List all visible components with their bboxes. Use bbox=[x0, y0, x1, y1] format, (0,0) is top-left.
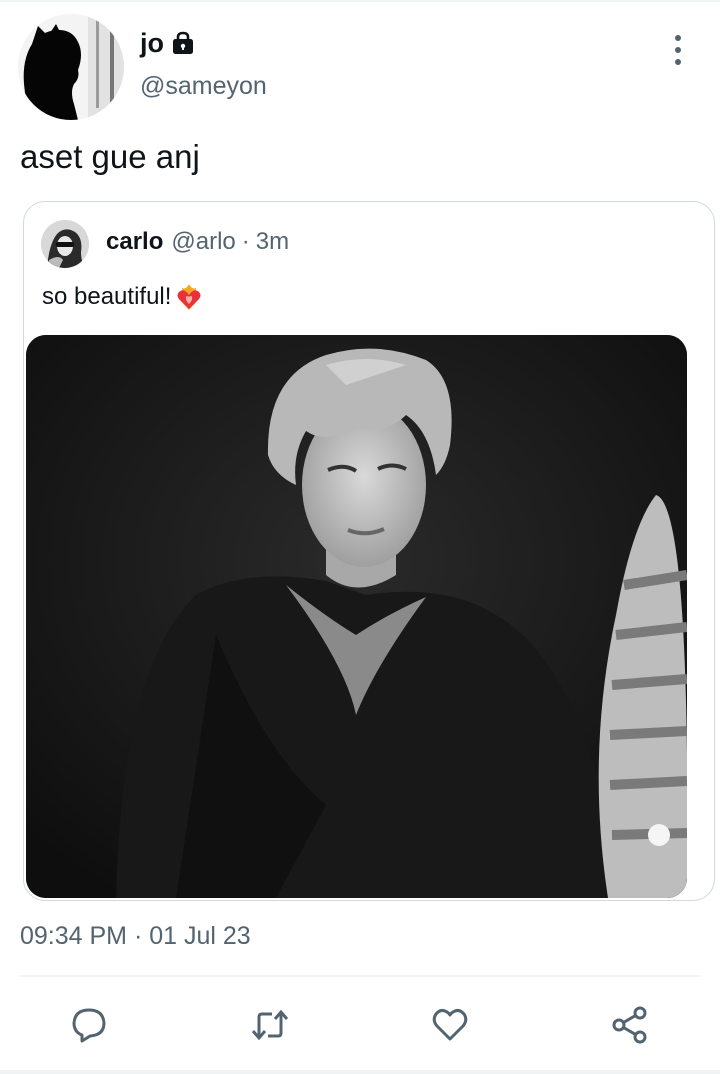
top-divider bbox=[0, 0, 720, 2]
quoted-handle[interactable]: @arlo bbox=[171, 228, 235, 256]
author-display-name[interactable]: jo bbox=[140, 28, 164, 59]
quoted-tweet[interactable]: carlo @arlo · 3m so beautiful! bbox=[23, 201, 715, 901]
silhouette-avatar-icon bbox=[18, 14, 124, 120]
lock-icon bbox=[170, 30, 196, 56]
dot bbox=[675, 47, 681, 53]
retweet-icon bbox=[251, 1009, 289, 1041]
author-avatar[interactable] bbox=[18, 14, 124, 120]
dot bbox=[675, 35, 681, 41]
author-name-row: jo bbox=[140, 26, 196, 60]
separator-dot: · bbox=[241, 228, 250, 255]
tweet-actions-bar bbox=[0, 995, 720, 1051]
author-handle[interactable]: @sameyon bbox=[140, 72, 267, 101]
quoted-text-row: so beautiful! bbox=[42, 282, 204, 312]
share-button[interactable] bbox=[608, 1003, 652, 1047]
reply-icon bbox=[72, 1008, 106, 1043]
like-button[interactable] bbox=[428, 1003, 472, 1047]
heart-on-fire-emoji-icon bbox=[174, 282, 204, 312]
avatar-photo-icon bbox=[41, 220, 89, 268]
heart-icon bbox=[432, 1008, 468, 1041]
quoted-author-avatar[interactable] bbox=[41, 220, 89, 268]
quoted-tweet-header: carlo @arlo · 3m bbox=[106, 228, 289, 256]
quoted-text: so beautiful! bbox=[42, 283, 172, 310]
portrait-photo-image bbox=[26, 335, 687, 898]
share-icon bbox=[612, 1006, 647, 1044]
tweet-timestamp[interactable]: 09:34 PM · 01 Jul 23 bbox=[20, 922, 251, 951]
bottom-divider bbox=[0, 1070, 720, 1074]
quoted-display-name[interactable]: carlo bbox=[106, 228, 163, 256]
divider bbox=[20, 975, 700, 977]
dot bbox=[675, 59, 681, 65]
reply-button[interactable] bbox=[67, 1003, 111, 1047]
quoted-time[interactable]: 3m bbox=[256, 228, 289, 256]
quoted-media-photo[interactable] bbox=[26, 335, 687, 898]
more-vertical-icon[interactable] bbox=[664, 30, 692, 70]
tweet-text: aset gue anj bbox=[20, 138, 200, 175]
retweet-button[interactable] bbox=[248, 1003, 292, 1047]
